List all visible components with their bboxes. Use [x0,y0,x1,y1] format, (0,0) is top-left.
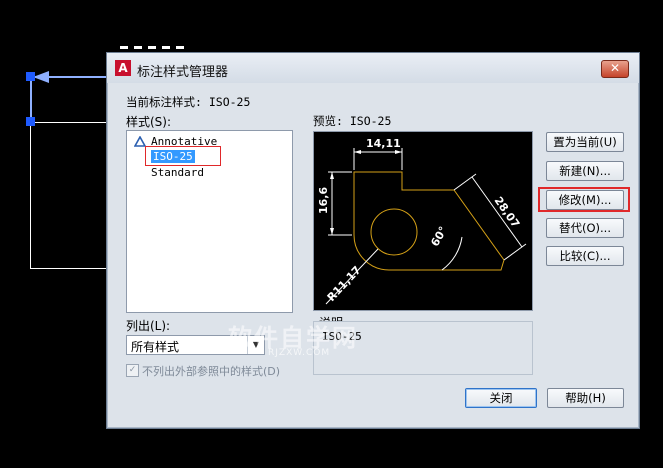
dimension-style-manager-dialog: A 标注样式管理器 ✕ 当前标注样式: ISO-25 样式(S): 预览: IS… [106,52,640,429]
styles-label: 样式(S): [126,115,172,129]
radius-label: R11,17 [325,264,364,305]
angle-label: 60° [428,224,450,249]
part-outline [353,171,505,271]
style-item-standard[interactable]: Standard [151,166,204,179]
autocad-app-icon: A [115,60,131,76]
cad-grip[interactable] [26,117,35,126]
dim-top-label: 14,11 [366,137,401,150]
watermark-url: RJZXW.COM [268,348,331,358]
set-current-button[interactable]: 置为当前(U) [546,132,624,152]
list-filter-value: 所有样式 [131,340,180,354]
cad-arrowhead [33,71,49,83]
preview-panel: 14,11 16,6 28,07 60° R11,17 [313,131,533,311]
dim-left-label: 16,6 [317,187,330,214]
preview-drawing: 14,11 16,6 28,07 60° R11,17 [317,137,527,305]
preview-label: 预览: ISO-25 [313,114,392,128]
close-button[interactable]: 关闭 [465,388,537,408]
help-button[interactable]: 帮助(H) [547,388,624,408]
compare-button[interactable]: 比较(C)... [546,246,624,266]
override-button[interactable]: 替代(O)... [546,218,624,238]
list-filter-label: 列出(L): [126,319,171,333]
cad-rect-top [30,122,108,123]
dialog-title: 标注样式管理器 [137,65,229,80]
dim-right-label: 28,07 [492,194,523,230]
modify-highlight-frame [538,187,630,212]
cad-vertical-line [30,76,32,122]
close-icon[interactable]: ✕ [601,60,629,78]
current-style-label: 当前标注样式: ISO-25 [126,95,251,109]
titlebar[interactable]: A 标注样式管理器 ✕ [107,53,639,83]
highlight-frame [145,146,221,166]
cad-rect-left [30,122,31,268]
cad-rect-bottom [30,268,108,269]
cad-dash [120,46,190,49]
styles-listbox[interactable]: Annotative ISO-25 Standard [126,130,293,313]
cad-grip[interactable] [26,72,35,81]
exclude-xref-checkbox[interactable]: ✓ [126,364,139,377]
new-button[interactable]: 新建(N)... [546,161,624,181]
exclude-xref-label: 不列出外部参照中的样式(D) [142,365,281,378]
hole-circle [370,208,418,256]
